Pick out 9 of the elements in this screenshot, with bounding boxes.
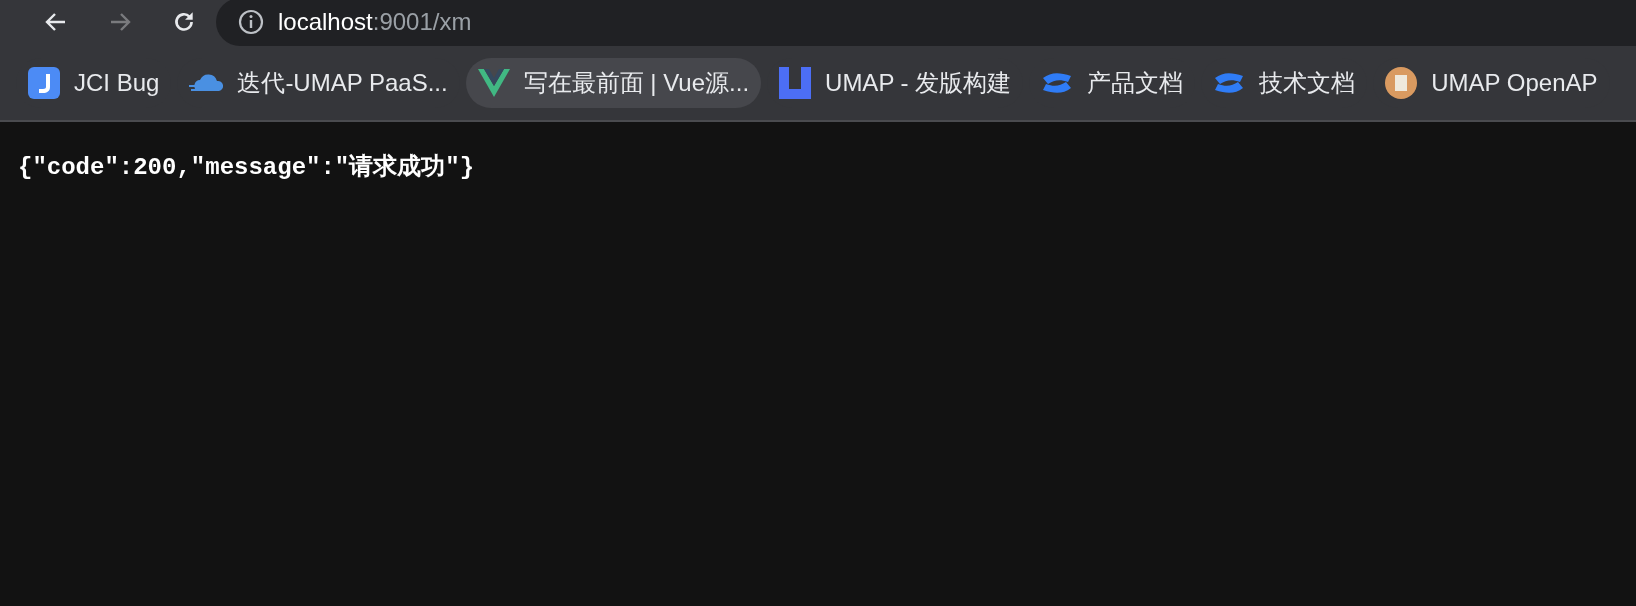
bookmark[interactable]: 写在最前面 | Vue源...: [465, 58, 762, 108]
document-icon: [1385, 67, 1418, 99]
address-bar[interactable]: localhost:9001/xm: [216, 0, 1636, 46]
json-response-text: {"code":200,"message":"请求成功"}: [18, 152, 476, 182]
j-tile-icon: [28, 67, 60, 99]
url-text: localhost:9001/xm: [278, 8, 472, 36]
u-tile-icon: [779, 67, 812, 99]
info-icon: [238, 9, 264, 35]
v-logo-icon: [477, 69, 510, 97]
